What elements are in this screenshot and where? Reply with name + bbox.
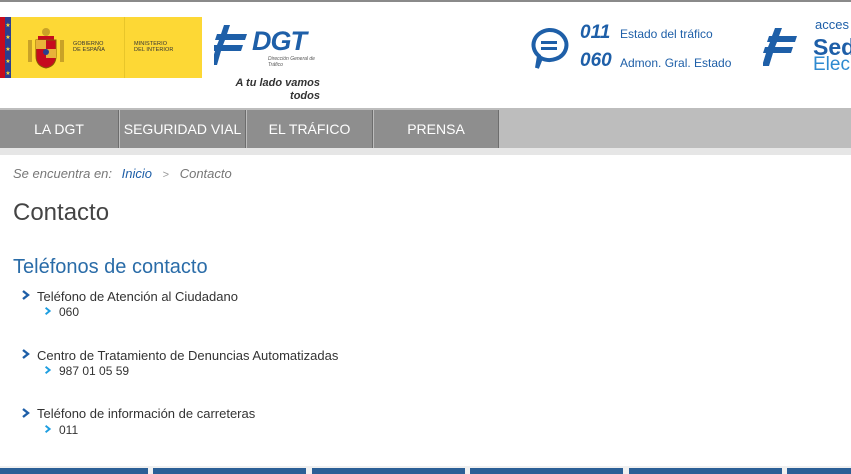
breadcrumb-current: Contacto bbox=[179, 166, 232, 181]
dgt-wordmark[interactable]: DGT bbox=[252, 26, 307, 56]
contact-value[interactable]: 011 bbox=[59, 423, 78, 437]
breadcrumb: Se encuentra en: Inicio > Contacto bbox=[13, 166, 232, 183]
phone-number-060[interactable]: 060 bbox=[580, 51, 612, 71]
sede-logo-icon[interactable] bbox=[763, 28, 799, 66]
sede-electronica-label[interactable]: Elec bbox=[813, 55, 850, 75]
footer-tab[interactable] bbox=[787, 468, 851, 474]
contact-label: Centro de Tratamiento de Denuncias Autom… bbox=[37, 348, 339, 363]
breadcrumb-home-link[interactable]: Inicio bbox=[122, 166, 152, 181]
contact-value[interactable]: 060 bbox=[59, 305, 79, 319]
breadcrumb-prefix: Se encuentra en: bbox=[13, 166, 113, 181]
chevron-right-icon bbox=[22, 290, 30, 300]
dgt-slogan: A tu lado vamos todos bbox=[235, 77, 320, 102]
nav-underline bbox=[0, 148, 851, 155]
nav-item-prensa[interactable]: PRENSA bbox=[374, 110, 499, 148]
contact-label: Teléfono de información de carreteras bbox=[37, 406, 256, 421]
chevron-right-icon bbox=[45, 307, 52, 315]
logo-divider bbox=[124, 17, 125, 78]
eu-flag-stripe: ★ ★ ★ ★ ★ bbox=[0, 17, 11, 78]
phone-label-admon: Admon. Gral. Estado bbox=[620, 56, 732, 70]
main-nav: LA DGT SEGURIDAD VIAL EL TRÁFICO PRENSA bbox=[0, 108, 851, 148]
footer-tab[interactable] bbox=[470, 468, 623, 474]
gobierno-logo[interactable]: ★ ★ ★ ★ ★ GOBIERNO DE ESPAÑA MINISTERIO … bbox=[0, 17, 202, 78]
contact-label: Teléfono de Atención al Ciudadano bbox=[37, 289, 238, 304]
footer-tab[interactable] bbox=[0, 468, 148, 474]
nav-item-seguridad-vial[interactable]: SEGURIDAD VIAL bbox=[120, 110, 246, 148]
gobierno-label: GOBIERNO DE ESPAÑA bbox=[73, 41, 105, 53]
footer-tab[interactable] bbox=[629, 468, 782, 474]
section-title: Teléfonos de contacto bbox=[13, 256, 208, 278]
footer-tab[interactable] bbox=[153, 468, 306, 474]
site-header: ★ ★ ★ ★ ★ GOBIERNO DE ESPAÑA MINISTERIO … bbox=[0, 2, 851, 108]
chevron-right-icon bbox=[45, 425, 52, 433]
footer-tab[interactable] bbox=[312, 468, 465, 474]
contact-value[interactable]: 987 01 05 59 bbox=[59, 364, 129, 378]
dgt-subtitle: Dirección General de Tráfico bbox=[268, 56, 315, 68]
chevron-right-icon bbox=[22, 408, 30, 418]
nav-item-el-trafico[interactable]: EL TRÁFICO bbox=[247, 110, 373, 148]
breadcrumb-separator: > bbox=[162, 169, 170, 181]
chevron-right-icon bbox=[45, 366, 52, 374]
chevron-right-icon bbox=[22, 349, 30, 359]
coat-of-arms-icon bbox=[28, 28, 64, 69]
nav-item-la-dgt[interactable]: LA DGT bbox=[0, 110, 119, 148]
dgt-logo-icon[interactable] bbox=[214, 25, 250, 65]
chat-bubble-icon bbox=[531, 27, 569, 69]
page-title: Contacto bbox=[13, 199, 110, 226]
sede-access-label[interactable]: acces bbox=[815, 18, 849, 32]
phone-number-011[interactable]: 011 bbox=[580, 23, 610, 43]
ministerio-label: MINISTERIO DEL INTERIOR bbox=[134, 41, 174, 53]
phone-label-trafico: Estado del tráfico bbox=[620, 27, 713, 41]
